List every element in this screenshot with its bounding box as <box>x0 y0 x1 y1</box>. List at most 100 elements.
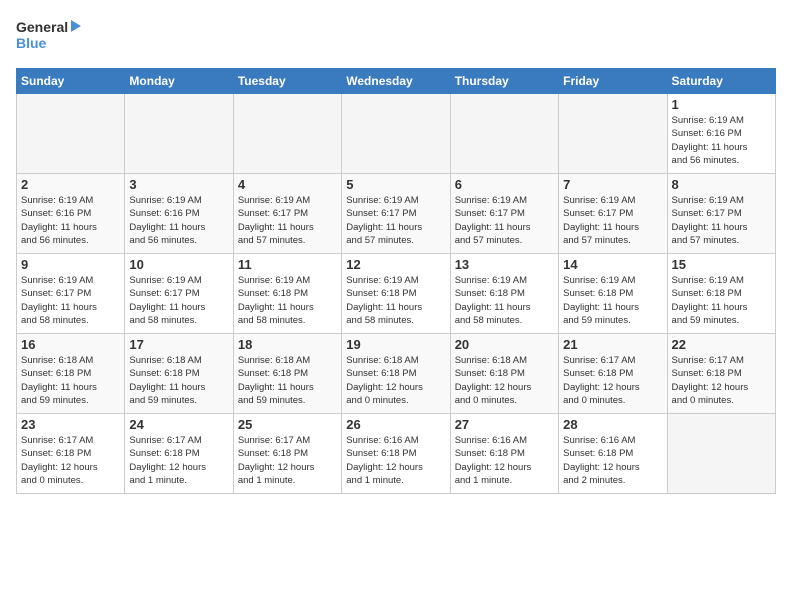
calendar-cell: 4 Sunrise: 6:19 AM Sunset: 6:17 PM Daylig… <box>233 174 341 254</box>
col-header-friday: Friday <box>559 69 667 94</box>
calendar-cell: 14 Sunrise: 6:19 AM Sunset: 6:18 PM Dayli… <box>559 254 667 334</box>
calendar-cell: 22 Sunrise: 6:17 AM Sunset: 6:18 PM Dayli… <box>667 334 775 414</box>
logo-svg: GeneralBlue <box>16 16 86 56</box>
day-number: 4 <box>238 177 337 192</box>
day-info: Sunrise: 6:19 AM Sunset: 6:18 PM Dayligh… <box>238 274 337 327</box>
day-number: 19 <box>346 337 445 352</box>
day-number: 2 <box>21 177 120 192</box>
calendar-cell: 6Sunrise: 6:19 AM Sunset: 6:17 PM Daylig… <box>450 174 558 254</box>
calendar-table: SundayMondayTuesdayWednesdayThursdayFrid… <box>16 68 776 494</box>
day-number: 3 <box>129 177 228 192</box>
calendar-cell <box>233 94 341 174</box>
day-number: 16 <box>21 337 120 352</box>
calendar-cell <box>667 414 775 494</box>
calendar-cell: 12Sunrise: 6:19 AM Sunset: 6:18 PM Dayli… <box>342 254 450 334</box>
day-number: 17 <box>129 337 228 352</box>
day-info: Sunrise: 6:18 AM Sunset: 6:18 PM Dayligh… <box>346 354 445 407</box>
day-info: Sunrise: 6:19 AM Sunset: 6:17 PM Dayligh… <box>455 194 554 247</box>
day-info: Sunrise: 6:18 AM Sunset: 6:18 PM Dayligh… <box>21 354 120 407</box>
day-number: 9 <box>21 257 120 272</box>
day-info: Sunrise: 6:16 AM Sunset: 6:18 PM Dayligh… <box>563 434 662 487</box>
day-number: 26 <box>346 417 445 432</box>
day-number: 15 <box>672 257 771 272</box>
day-info: Sunrise: 6:18 AM Sunset: 6:18 PM Dayligh… <box>129 354 228 407</box>
calendar-cell <box>559 94 667 174</box>
day-number: 20 <box>455 337 554 352</box>
day-info: Sunrise: 6:19 AM Sunset: 6:18 PM Dayligh… <box>455 274 554 327</box>
calendar-cell: 9 Sunrise: 6:19 AM Sunset: 6:17 PM Daylig… <box>17 254 125 334</box>
calendar-cell <box>342 94 450 174</box>
day-number: 28 <box>563 417 662 432</box>
calendar-cell: 5 Sunrise: 6:19 AM Sunset: 6:17 PM Daylig… <box>342 174 450 254</box>
col-header-saturday: Saturday <box>667 69 775 94</box>
calendar-cell: 16 Sunrise: 6:18 AM Sunset: 6:18 PM Dayli… <box>17 334 125 414</box>
header: GeneralBlue <box>16 16 776 56</box>
calendar-cell: 3 Sunrise: 6:19 AM Sunset: 6:16 PM Daylig… <box>125 174 233 254</box>
col-header-tuesday: Tuesday <box>233 69 341 94</box>
svg-text:Blue: Blue <box>16 35 47 51</box>
calendar-cell: 17 Sunrise: 6:18 AM Sunset: 6:18 PM Dayli… <box>125 334 233 414</box>
calendar-cell: 28 Sunrise: 6:16 AM Sunset: 6:18 PM Dayli… <box>559 414 667 494</box>
calendar-cell: 21 Sunrise: 6:17 AM Sunset: 6:18 PM Dayli… <box>559 334 667 414</box>
day-info: Sunrise: 6:19 AM Sunset: 6:18 PM Dayligh… <box>563 274 662 327</box>
day-number: 5 <box>346 177 445 192</box>
calendar-cell <box>17 94 125 174</box>
calendar-week-row: 1 Sunrise: 6:19 AM Sunset: 6:16 PM Daylig… <box>17 94 776 174</box>
calendar-week-row: 23 Sunrise: 6:17 AM Sunset: 6:18 PM Dayli… <box>17 414 776 494</box>
day-info: Sunrise: 6:17 AM Sunset: 6:18 PM Dayligh… <box>238 434 337 487</box>
day-info: Sunrise: 6:17 AM Sunset: 6:18 PM Dayligh… <box>672 354 771 407</box>
day-number: 21 <box>563 337 662 352</box>
day-number: 8 <box>672 177 771 192</box>
day-info: Sunrise: 6:16 AM Sunset: 6:18 PM Dayligh… <box>455 434 554 487</box>
calendar-cell: 19 Sunrise: 6:18 AM Sunset: 6:18 PM Dayli… <box>342 334 450 414</box>
day-info: Sunrise: 6:19 AM Sunset: 6:17 PM Dayligh… <box>563 194 662 247</box>
calendar-week-row: 16 Sunrise: 6:18 AM Sunset: 6:18 PM Dayli… <box>17 334 776 414</box>
calendar-cell: 7 Sunrise: 6:19 AM Sunset: 6:17 PM Daylig… <box>559 174 667 254</box>
day-number: 10 <box>129 257 228 272</box>
day-number: 12 <box>346 257 445 272</box>
calendar-cell: 20 Sunrise: 6:18 AM Sunset: 6:18 PM Dayli… <box>450 334 558 414</box>
day-number: 23 <box>21 417 120 432</box>
col-header-monday: Monday <box>125 69 233 94</box>
day-number: 24 <box>129 417 228 432</box>
calendar-header-row: SundayMondayTuesdayWednesdayThursdayFrid… <box>17 69 776 94</box>
day-info: Sunrise: 6:18 AM Sunset: 6:18 PM Dayligh… <box>238 354 337 407</box>
day-info: Sunrise: 6:17 AM Sunset: 6:18 PM Dayligh… <box>563 354 662 407</box>
col-header-thursday: Thursday <box>450 69 558 94</box>
day-number: 25 <box>238 417 337 432</box>
svg-text:General: General <box>16 19 68 35</box>
day-info: Sunrise: 6:19 AM Sunset: 6:17 PM Dayligh… <box>238 194 337 247</box>
day-number: 13 <box>455 257 554 272</box>
calendar-cell: 24 Sunrise: 6:17 AM Sunset: 6:18 PM Dayli… <box>125 414 233 494</box>
calendar-cell: 23Sunrise: 6:17 AM Sunset: 6:18 PM Dayli… <box>17 414 125 494</box>
calendar-cell: 25 Sunrise: 6:17 AM Sunset: 6:18 PM Dayli… <box>233 414 341 494</box>
day-info: Sunrise: 6:19 AM Sunset: 6:17 PM Dayligh… <box>129 274 228 327</box>
calendar-week-row: 9 Sunrise: 6:19 AM Sunset: 6:17 PM Daylig… <box>17 254 776 334</box>
day-number: 22 <box>672 337 771 352</box>
calendar-cell: 13 Sunrise: 6:19 AM Sunset: 6:18 PM Dayli… <box>450 254 558 334</box>
day-number: 18 <box>238 337 337 352</box>
calendar-cell: 2 Sunrise: 6:19 AM Sunset: 6:16 PM Daylig… <box>17 174 125 254</box>
calendar-cell: 15 Sunrise: 6:19 AM Sunset: 6:18 PM Dayli… <box>667 254 775 334</box>
day-info: Sunrise: 6:19 AM Sunset: 6:18 PM Dayligh… <box>672 274 771 327</box>
day-number: 1 <box>672 97 771 112</box>
day-info: Sunrise: 6:18 AM Sunset: 6:18 PM Dayligh… <box>455 354 554 407</box>
calendar-week-row: 2 Sunrise: 6:19 AM Sunset: 6:16 PM Daylig… <box>17 174 776 254</box>
day-info: Sunrise: 6:17 AM Sunset: 6:18 PM Dayligh… <box>129 434 228 487</box>
calendar-cell: 27Sunrise: 6:16 AM Sunset: 6:18 PM Dayli… <box>450 414 558 494</box>
calendar-cell: 11 Sunrise: 6:19 AM Sunset: 6:18 PM Dayli… <box>233 254 341 334</box>
calendar-cell: 26Sunrise: 6:16 AM Sunset: 6:18 PM Dayli… <box>342 414 450 494</box>
day-number: 11 <box>238 257 337 272</box>
day-info: Sunrise: 6:19 AM Sunset: 6:17 PM Dayligh… <box>21 274 120 327</box>
day-number: 14 <box>563 257 662 272</box>
calendar-cell: 1 Sunrise: 6:19 AM Sunset: 6:16 PM Daylig… <box>667 94 775 174</box>
day-info: Sunrise: 6:19 AM Sunset: 6:16 PM Dayligh… <box>672 114 771 167</box>
day-info: Sunrise: 6:19 AM Sunset: 6:16 PM Dayligh… <box>21 194 120 247</box>
day-number: 7 <box>563 177 662 192</box>
day-info: Sunrise: 6:19 AM Sunset: 6:17 PM Dayligh… <box>672 194 771 247</box>
calendar-cell <box>450 94 558 174</box>
calendar-cell: 10 Sunrise: 6:19 AM Sunset: 6:17 PM Dayli… <box>125 254 233 334</box>
day-info: Sunrise: 6:19 AM Sunset: 6:16 PM Dayligh… <box>129 194 228 247</box>
logo: GeneralBlue <box>16 16 86 56</box>
day-info: Sunrise: 6:19 AM Sunset: 6:17 PM Dayligh… <box>346 194 445 247</box>
